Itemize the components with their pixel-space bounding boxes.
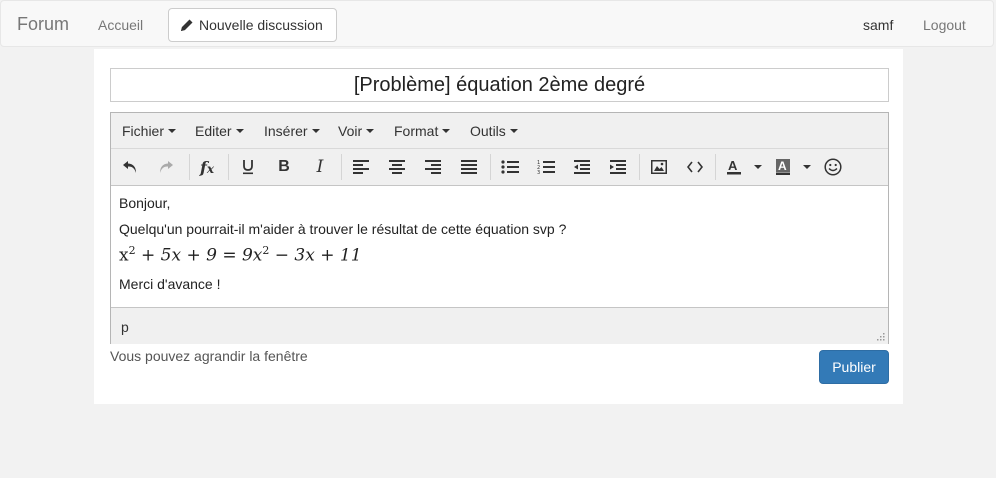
svg-text:A: A (728, 159, 738, 173)
toolbar-separator (490, 154, 491, 180)
menu-label: Insérer (264, 123, 308, 139)
outdent-icon[interactable] (571, 156, 593, 178)
editor-statusbar: p (111, 307, 888, 344)
menu-format[interactable]: Format (394, 123, 451, 139)
navbar: Forum Accueil Nouvelle discussion samf L… (0, 0, 994, 47)
menu-label: Voir (338, 123, 363, 139)
caret-down-icon (509, 129, 518, 133)
text-color-icon[interactable]: A (723, 156, 745, 178)
menu-label: Outils (470, 123, 506, 139)
new-post-panel: [Problème] équation 2ème degré Fichier E… (94, 49, 903, 404)
caret-down-icon (442, 129, 451, 133)
math-exponent: 2 (128, 244, 136, 257)
svg-text:A: A (778, 159, 787, 173)
menu-label: Editer (195, 123, 232, 139)
menu-outils[interactable]: Outils (470, 123, 518, 139)
rich-text-editor: Fichier Editer Insérer Voir Format Outil… (110, 112, 889, 344)
publish-button[interactable]: Publier (819, 350, 889, 384)
bold-icon[interactable]: B (273, 156, 295, 178)
caret-down-icon (366, 129, 375, 133)
menu-label: Fichier (122, 123, 165, 139)
math-part: x (119, 245, 129, 266)
caret-down-icon (168, 129, 177, 133)
numbered-list-icon[interactable]: 123 (535, 156, 557, 178)
resize-handle-icon[interactable] (876, 332, 885, 341)
menu-voir[interactable]: Voir (338, 123, 375, 139)
toolbar-separator (639, 154, 640, 180)
math-part: + 5x + 9 = 9x (135, 245, 263, 266)
indent-icon[interactable] (607, 156, 629, 178)
toolbar-separator (715, 154, 716, 180)
align-left-icon[interactable] (350, 156, 372, 178)
editor-content[interactable]: Bonjour, Quelqu'un pourrait-il m'aider à… (111, 186, 888, 307)
logout-link[interactable]: Logout (923, 17, 966, 33)
editor-menubar: Fichier Editer Insérer Voir Format Outil… (111, 113, 888, 149)
pencil-icon (181, 19, 193, 31)
content-line: Quelqu'un pourrait-il m'aider à trouver … (119, 221, 567, 237)
background-color-dropdown-icon[interactable] (796, 156, 818, 178)
toolbar-separator (189, 154, 190, 180)
align-center-icon[interactable] (386, 156, 408, 178)
formula-icon[interactable]: fx (196, 156, 218, 178)
underline-icon[interactable] (237, 156, 259, 178)
editor-toolbar: fx B I 1 2 3 A A (111, 149, 888, 186)
align-justify-icon[interactable] (458, 156, 480, 178)
resize-hint: Vous pouvez agrandir la fenêtre (110, 348, 308, 364)
background-color-icon[interactable]: A (772, 156, 794, 178)
toolbar-separator (228, 154, 229, 180)
caret-down-icon (235, 129, 244, 133)
math-formula: x2 + 5x + 9 = 9x2 − 3x + 11 (119, 244, 362, 266)
math-part: − 3x + 11 (269, 245, 362, 266)
image-icon[interactable] (648, 156, 670, 178)
emoticon-icon[interactable] (822, 156, 844, 178)
code-icon[interactable] (684, 156, 706, 178)
username-link[interactable]: samf (863, 17, 893, 33)
svg-text:3: 3 (537, 170, 540, 175)
menu-inserer[interactable]: Insérer (264, 123, 320, 139)
menu-editer[interactable]: Editer (195, 123, 244, 139)
content-line: Bonjour, (119, 195, 171, 211)
home-link[interactable]: Accueil (98, 17, 143, 33)
caret-down-icon (311, 129, 320, 133)
align-right-icon[interactable] (422, 156, 444, 178)
new-discussion-label: Nouvelle discussion (199, 17, 323, 33)
undo-icon[interactable] (119, 156, 141, 178)
new-discussion-button[interactable]: Nouvelle discussion (168, 8, 337, 42)
bullet-list-icon[interactable] (499, 156, 521, 178)
toolbar-separator (341, 154, 342, 180)
menu-fichier[interactable]: Fichier (122, 123, 177, 139)
content-line: Merci d'avance ! (119, 276, 221, 292)
title-input[interactable]: [Problème] équation 2ème degré (110, 68, 889, 102)
italic-icon[interactable]: I (309, 156, 331, 178)
redo-icon[interactable] (155, 156, 177, 178)
brand-link[interactable]: Forum (17, 14, 69, 35)
element-path[interactable]: p (121, 319, 129, 335)
menu-label: Format (394, 123, 439, 139)
text-color-dropdown-icon[interactable] (747, 156, 769, 178)
